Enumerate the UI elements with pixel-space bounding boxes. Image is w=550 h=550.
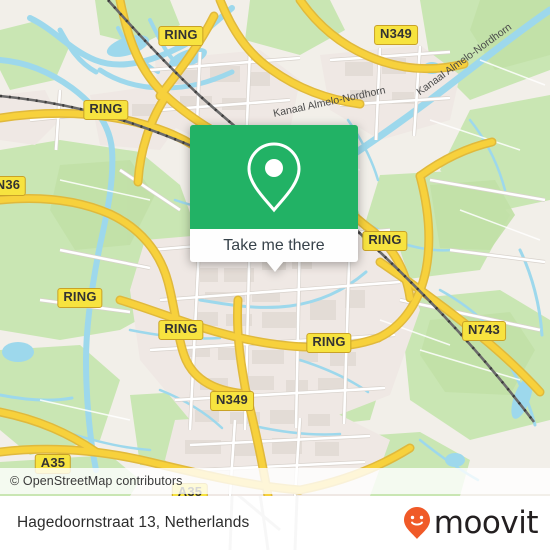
map-attribution-bar: © OpenStreetMap contributors — [0, 468, 550, 494]
moovit-wordmark: moovit — [433, 504, 539, 541]
take-me-there-label[interactable]: Take me there — [190, 229, 358, 262]
map-pin-icon — [247, 142, 301, 213]
road-shield-n36: N36 — [0, 176, 27, 196]
road-shield-ring: RING — [57, 288, 103, 308]
moovit-brand[interactable]: moovit — [402, 496, 539, 550]
card-pin-wrap — [190, 125, 358, 229]
address-text: Hagedoornstraat 13, Netherlands — [17, 514, 250, 531]
road-shield-n349: N349 — [210, 391, 254, 411]
road-shield-n743: N743 — [462, 321, 506, 341]
road-shield-ring: RING — [362, 231, 408, 251]
attribution-text: © OpenStreetMap contributors — [10, 474, 183, 488]
road-shield-ring: RING — [158, 26, 204, 46]
take-me-there-card[interactable]: Take me there — [190, 125, 358, 272]
footer-bar: Hagedoornstraat 13, Netherlands moovit — [0, 496, 550, 550]
road-shield-ring: RING — [83, 100, 129, 120]
moovit-smiley-pin-icon — [403, 507, 430, 539]
road-shield-ring: RING — [158, 320, 204, 340]
card-pointer-tail — [266, 261, 284, 272]
road-shield-n349: N349 — [374, 25, 418, 45]
road-shield-ring: RING — [306, 333, 352, 353]
map-screenshot: Kanaal Almelo-Nordhorn Kanaal Almelo-Nor… — [0, 0, 550, 550]
